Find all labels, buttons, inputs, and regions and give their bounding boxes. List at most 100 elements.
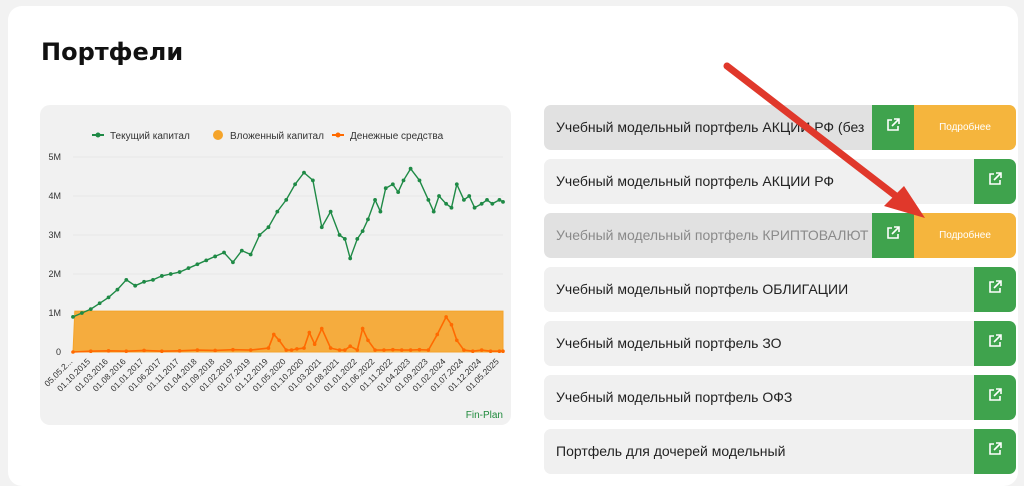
y-tick-label: 1M: [48, 308, 61, 318]
series-capital-point: [328, 209, 333, 214]
portfolio-row[interactable]: Портфель для дочерей модельный: [544, 429, 1016, 474]
series-capital-point: [124, 277, 129, 282]
series-capital-point: [319, 225, 324, 230]
details-button[interactable]: Подробнее: [914, 105, 1016, 150]
series-capital-point: [497, 198, 502, 202]
series-cash-point: [295, 347, 299, 351]
series-capital-point: [115, 287, 120, 292]
series-capital-point: [284, 198, 289, 202]
series-capital-point: [355, 237, 360, 241]
series-capital-point: [449, 205, 454, 210]
series-cash-point: [302, 346, 306, 350]
series-capital-point: [417, 178, 422, 183]
series-capital-point: [408, 166, 413, 171]
series-cash-point: [271, 332, 276, 337]
series-capital-point: [275, 209, 280, 214]
open-portfolio-button[interactable]: [974, 321, 1016, 366]
series-capital-point: [401, 178, 406, 183]
series-cash-point: [373, 348, 377, 352]
series-cash-point: [479, 348, 484, 352]
series-capital-point: [426, 198, 431, 202]
open-portfolio-button[interactable]: [974, 375, 1016, 420]
details-button[interactable]: Подробнее: [914, 213, 1016, 258]
external-link-icon: [987, 441, 1003, 462]
series-capital-point: [257, 233, 262, 237]
portfolio-row-label: Учебный модельный портфель ЗО: [556, 335, 782, 351]
portfolio-row[interactable]: Учебный модельный портфель ОФЗ: [544, 375, 1016, 420]
series-capital-point: [366, 217, 370, 222]
y-tick-label: 4M: [48, 191, 61, 201]
portfolio-chart: Текущий капитал Вложенный капитал Денежные…: [40, 105, 511, 425]
open-portfolio-button[interactable]: [872, 105, 914, 150]
series-capital-point: [437, 194, 441, 198]
series-capital-point: [302, 170, 306, 175]
portfolio-row[interactable]: Учебный модельный портфель ОБЛИГАЦИИ: [544, 267, 1016, 312]
series-cash-point: [266, 346, 271, 350]
portfolio-row-label: Учебный модельный портфель ОФЗ: [556, 389, 793, 405]
open-portfolio-button[interactable]: [872, 213, 914, 258]
series-cash-point: [88, 349, 93, 354]
legend-label: Текущий капитал: [110, 131, 190, 142]
series-capital-point: [106, 295, 111, 300]
series-cash-point: [284, 348, 289, 352]
series-capital-point: [177, 270, 182, 274]
legend-marker: [95, 132, 101, 138]
series-cash-point: [488, 349, 493, 354]
series-capital-point: [373, 198, 377, 202]
series-capital-point: [501, 199, 505, 204]
series-cash-point: [124, 349, 129, 354]
legend-marker: [213, 130, 223, 140]
series-cash-point: [426, 348, 431, 352]
series-cash-point: [160, 349, 164, 354]
series-capital-point: [133, 283, 138, 288]
external-link-icon: [987, 387, 1003, 408]
chart-svg: Текущий капитал Вложенный капитал Денежные…: [42, 130, 505, 393]
series-capital-point: [97, 301, 102, 306]
series-capital-point: [231, 260, 235, 265]
series-cash-point: [355, 348, 360, 352]
series-cash-point: [408, 348, 413, 352]
series-cash-point: [277, 338, 281, 343]
open-portfolio-button[interactable]: [974, 267, 1016, 312]
portfolio-row-label: Учебный модельный портфель АКЦИИ РФ (без: [556, 119, 865, 135]
series-cash-point: [142, 348, 146, 353]
series-capital-point: [467, 194, 472, 198]
series-cash-point: [391, 347, 395, 352]
portfolio-row-label: Учебный модельный портфель ОБЛИГАЦИИ: [556, 281, 849, 297]
page-title: Портфели: [41, 38, 184, 66]
series-cash-point: [106, 349, 111, 353]
portfolio-row[interactable]: Учебный модельный портфель АКЦИИ РФ (без…: [544, 105, 1016, 150]
series-capital-point: [348, 256, 353, 261]
series-cash-point: [360, 326, 365, 331]
y-tick-label: 3M: [48, 230, 61, 240]
series-capital-point: [293, 182, 298, 187]
series-cash-point: [399, 348, 404, 352]
series-capital-point: [378, 209, 383, 214]
portfolio-row[interactable]: Учебный модельный портфель КРИПТОВАЛЮТ По…: [544, 213, 1016, 258]
series-capital-point: [444, 201, 449, 206]
series-capital-point: [142, 279, 146, 284]
series-cash-point: [248, 348, 253, 352]
series-capital-point: [79, 311, 84, 315]
series-cash-point: [328, 346, 333, 350]
series-cash-point: [462, 348, 466, 352]
portfolio-row[interactable]: Учебный модельный портфель ЗО: [544, 321, 1016, 366]
series-cash-point: [501, 349, 505, 354]
series-capital-point: [383, 186, 388, 191]
portfolio-row-label: Учебный модельный портфель КРИПТОВАЛЮТ: [556, 227, 869, 243]
legend-label: Вложенный капитал: [230, 131, 324, 142]
series-capital-point: [186, 266, 191, 271]
series-capital-point: [462, 198, 466, 202]
open-portfolio-button[interactable]: [974, 159, 1016, 204]
legend-label: Денежные средства: [350, 131, 444, 142]
series-cash-point: [455, 338, 459, 343]
portfolio-row[interactable]: Учебный модельный портфель АКЦИИ РФ: [544, 159, 1016, 204]
series-cash-point: [177, 349, 182, 353]
open-portfolio-button[interactable]: [974, 429, 1016, 474]
external-link-icon: [885, 117, 901, 138]
portfolio-row-label: Учебный модельный портфель АКЦИИ РФ: [556, 173, 835, 189]
series-capital-point: [239, 248, 244, 253]
series-capital-point: [222, 250, 226, 255]
series-capital-point: [204, 258, 209, 263]
series-capital-point: [195, 262, 200, 267]
